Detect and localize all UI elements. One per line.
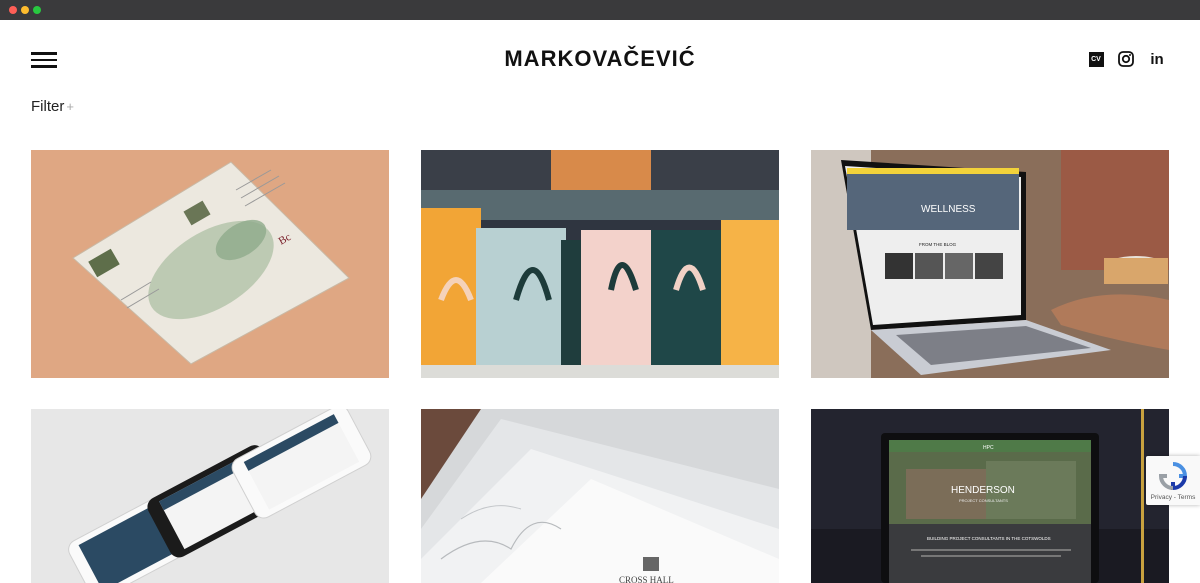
wellness-section-title: FROM THE BLOG [919, 242, 957, 247]
browser-chrome [0, 0, 1200, 20]
project-card-gift-bags[interactable] [421, 150, 779, 378]
henderson-headline: HENDERSON [951, 485, 1015, 496]
site-logo[interactable]: MARKOVAČEVIĆ [0, 46, 1200, 72]
project-card-estate-map[interactable]: Bc [31, 150, 389, 378]
cv-icon-label: CV [1088, 51, 1104, 67]
henderson-subtitle: PROJECT CONSULTANTS [959, 498, 1008, 503]
project-card-wellness[interactable]: WELLNESS FROM THE BLOG [811, 150, 1169, 378]
maximize-window-icon[interactable] [33, 6, 41, 14]
project-card-henderson[interactable]: HPC HENDERSON PROJECT CONSULTANTS BUILDI… [811, 409, 1169, 583]
henderson-tagline: BUILDING PROJECT CONSULTANTS IN THE COTS… [927, 536, 1051, 541]
project-card-mobile-app[interactable] [31, 409, 389, 583]
stationery-brand-text: CROSS HALL [619, 575, 674, 583]
recaptcha-badge[interactable]: Privacy - Terms [1146, 456, 1200, 505]
minimize-window-icon[interactable] [21, 6, 29, 14]
wellness-headline: WELLNESS [921, 204, 976, 215]
filter-label: Filter [31, 98, 65, 115]
recaptcha-links[interactable]: Privacy - Terms [1146, 494, 1200, 501]
linkedin-icon[interactable]: in [1148, 50, 1166, 68]
henderson-brand: HPC [983, 445, 994, 451]
recaptcha-icon [1159, 462, 1187, 490]
close-window-icon[interactable] [9, 6, 17, 14]
project-card-stationery[interactable]: CROSS HALL [421, 409, 779, 583]
cv-icon[interactable]: CV [1087, 50, 1105, 68]
filter-toggle[interactable]: Filter + [31, 98, 74, 115]
instagram-icon[interactable] [1117, 50, 1135, 68]
plus-icon: + [66, 99, 74, 114]
